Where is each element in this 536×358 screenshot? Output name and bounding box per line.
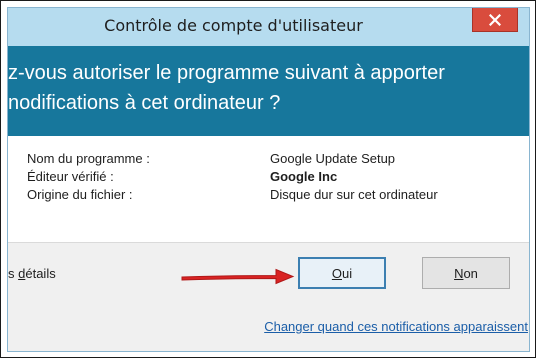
publisher-value: Google Inc bbox=[270, 169, 338, 184]
file-origin-label: Origine du fichier : bbox=[27, 187, 133, 202]
show-details-link[interactable]: s détails bbox=[8, 266, 56, 281]
close-button[interactable] bbox=[472, 8, 518, 32]
no-access-key: N bbox=[454, 265, 464, 281]
action-footer: s détails Oui Non bbox=[8, 242, 529, 308]
publisher-label: Éditeur vérifié : bbox=[27, 169, 114, 184]
no-label-rest: on bbox=[463, 265, 478, 281]
screenshot-frame: Contrôle de compte d'utilisateur z-vous … bbox=[0, 0, 536, 358]
program-name-value: Google Update Setup bbox=[270, 151, 396, 166]
yes-access-key: O bbox=[331, 265, 342, 281]
uac-dialog: Contrôle de compte d'utilisateur z-vous … bbox=[7, 7, 530, 352]
details-prefix: s bbox=[8, 266, 19, 281]
title-bar[interactable]: Contrôle de compte d'utilisateur bbox=[8, 8, 529, 46]
notification-settings-link[interactable]: Changer quand ces notifications apparais… bbox=[264, 319, 528, 334]
question-band: z-vous autoriser le programme suivant à … bbox=[8, 46, 529, 136]
details-suffix: étails bbox=[25, 266, 56, 281]
question-line-2: nodifications à cet ordinateur ? bbox=[8, 92, 281, 114]
no-button[interactable]: Non bbox=[422, 257, 510, 289]
question-heading: z-vous autoriser le programme suivant à … bbox=[8, 58, 445, 118]
red-arrow-annotation-icon bbox=[181, 268, 295, 285]
yes-button[interactable]: Oui bbox=[298, 257, 386, 289]
program-info: Nom du programme : Google Update Setup É… bbox=[8, 136, 529, 242]
notification-settings-strip: Changer quand ces notifications apparais… bbox=[8, 308, 529, 351]
window-title: Contrôle de compte d'utilisateur bbox=[104, 16, 363, 35]
yes-label-rest: ui bbox=[342, 265, 353, 281]
file-origin-value: Disque dur sur cet ordinateur bbox=[270, 187, 438, 202]
program-name-label: Nom du programme : bbox=[27, 151, 150, 166]
question-line-1: z-vous autoriser le programme suivant à … bbox=[8, 62, 445, 84]
close-icon bbox=[489, 13, 501, 26]
